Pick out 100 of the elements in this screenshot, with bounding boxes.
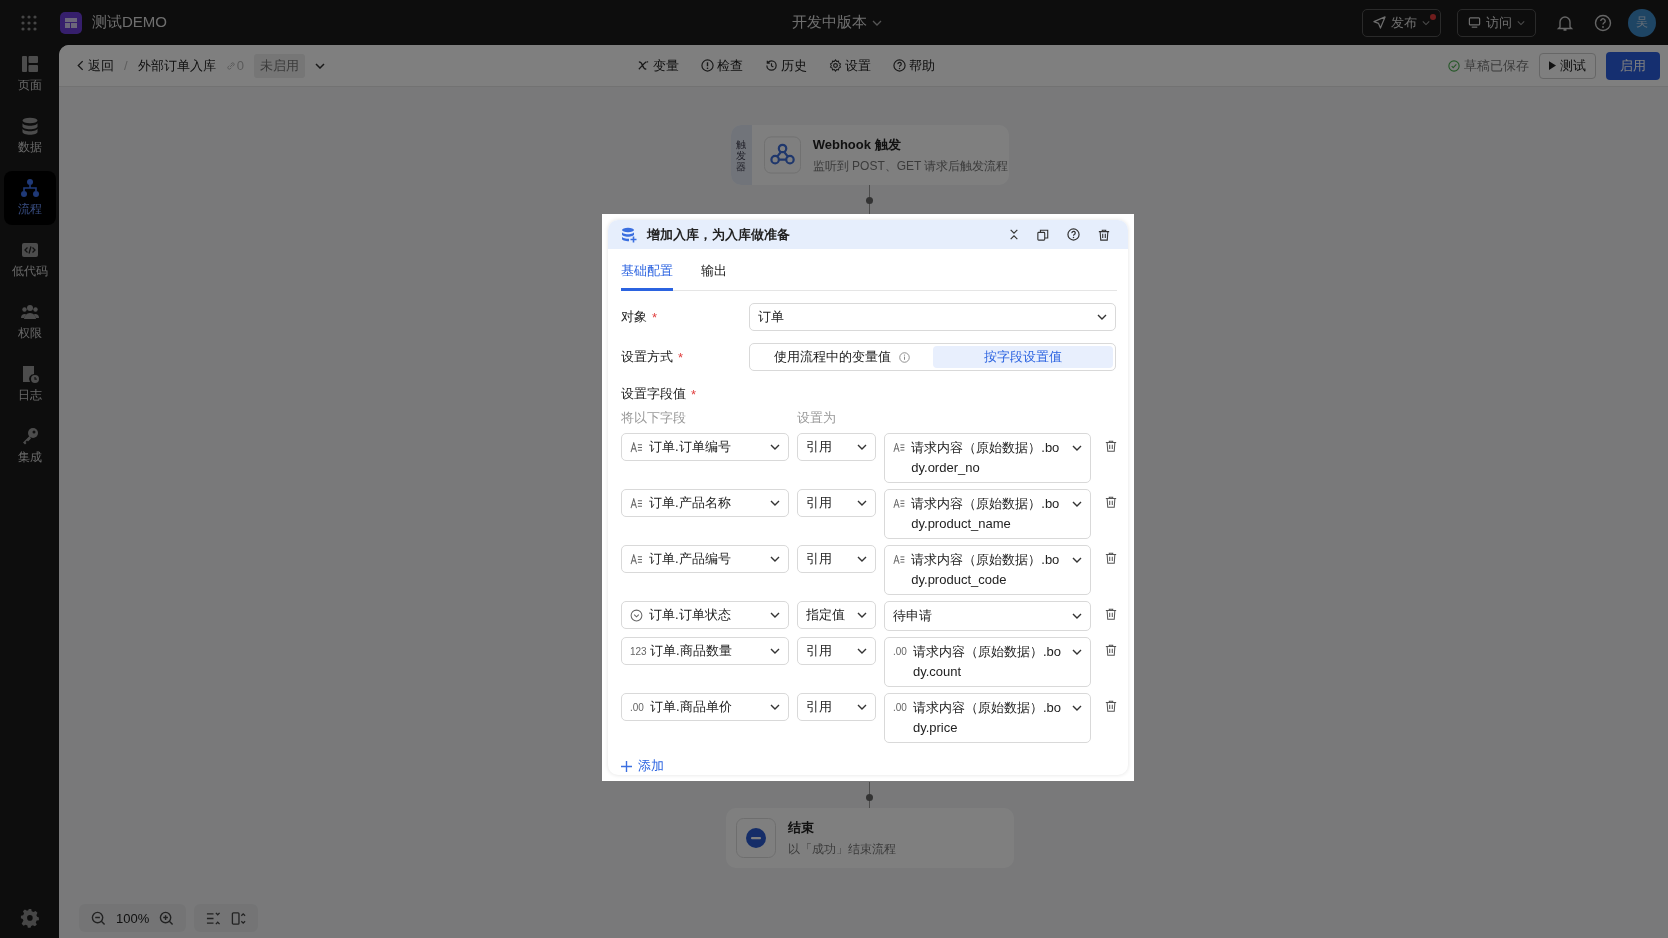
value-select[interactable]: 待申请 [884, 601, 1091, 631]
zoom-level: 100% [116, 910, 150, 926]
collapse-all-icon[interactable] [206, 910, 222, 926]
tab[interactable]: 输出 [701, 257, 727, 291]
column-header: 将以下字段 [621, 409, 687, 427]
sidebar-item[interactable]: 低代码 [3, 233, 56, 287]
caret-icon[interactable] [314, 62, 325, 69]
bell-icon[interactable] [1556, 13, 1574, 32]
toolbar-button[interactable]: 变量 [637, 56, 679, 75]
delete-icon[interactable] [1105, 608, 1117, 620]
chevron-down-icon [770, 648, 780, 654]
delete-icon[interactable] [1105, 496, 1117, 508]
mode-select[interactable]: 引用 [797, 489, 876, 517]
send-icon [1373, 16, 1386, 29]
delete-icon[interactable] [1098, 228, 1110, 241]
field-select[interactable]: 订单.订单状态 [621, 601, 789, 629]
mode-select[interactable]: 引用 [797, 433, 876, 461]
publish-button[interactable]: 发布 [1362, 8, 1441, 37]
text-type-icon [630, 497, 643, 509]
chevron-down-icon [857, 612, 867, 618]
dialog-title: 增加入库，为入库做准备 [647, 225, 790, 244]
chevron-down-icon [1072, 557, 1082, 563]
delete-icon[interactable] [1105, 700, 1117, 712]
text-type-icon [630, 553, 643, 565]
mode-select[interactable]: 引用 [797, 545, 876, 573]
value-select[interactable]: .00 请求内容（原始数据）.body.count [884, 637, 1091, 687]
history-icon [765, 59, 778, 72]
sidebar-item[interactable]: 集成 [3, 419, 56, 473]
type-mark: .00 [893, 646, 907, 657]
value-select[interactable]: .00 请求内容（原始数据）.body.price [884, 693, 1091, 743]
layout-icon [19, 54, 40, 74]
delete-icon[interactable] [1105, 644, 1117, 656]
text-type-icon [630, 441, 643, 453]
option-type-icon [630, 608, 643, 622]
sidebar-item[interactable]: 权限 [3, 295, 56, 349]
mode-select[interactable]: 引用 [797, 693, 876, 721]
required-mark: * [652, 309, 658, 325]
chevron-down-icon [770, 556, 780, 562]
chevron-left-icon [77, 60, 84, 71]
object-select[interactable]: 订单 [749, 303, 1116, 331]
segment-option[interactable]: 使用流程中的变量值 [752, 346, 933, 368]
copy-icon[interactable] [1037, 228, 1049, 241]
toolbar-button[interactable]: 设置 [829, 56, 871, 75]
toolbar-button[interactable]: 帮助 [893, 56, 935, 75]
value-select[interactable]: 请求内容（原始数据）.body.product_code [884, 545, 1091, 595]
mode-select[interactable]: 引用 [797, 637, 876, 665]
sidebar-item[interactable]: 页面 [3, 47, 56, 101]
zoom-in-icon[interactable] [159, 910, 175, 926]
node-title: Webhook 触发 [812, 135, 902, 154]
mode-select[interactable]: 指定值 [797, 601, 876, 629]
zoom-out-icon[interactable] [91, 910, 106, 926]
tab[interactable]: 基础配置 [621, 257, 673, 291]
delete-icon[interactable] [1105, 440, 1117, 452]
help-icon[interactable] [1067, 228, 1080, 241]
end-node[interactable]: 结束 以「成功」结束流程 [725, 808, 1014, 868]
back-link[interactable]: 返回 [77, 56, 114, 75]
value-select[interactable]: 请求内容（原始数据）.body.product_name [884, 489, 1091, 539]
type-mark: .00 [630, 701, 644, 713]
visit-button[interactable]: 访问 [1457, 8, 1536, 37]
settings-icon [829, 59, 842, 72]
node-title: 结束 [787, 818, 815, 837]
sidebar-item[interactable]: 日志 [3, 357, 56, 411]
field-select[interactable]: .00 订单.商品单价 [621, 693, 789, 721]
field-select[interactable]: 订单.产品编号 [621, 545, 789, 573]
chevron-down-icon [857, 556, 867, 562]
required-mark: * [678, 349, 684, 365]
link-icon [225, 60, 236, 71]
connector-line [869, 782, 870, 808]
toolbar-button[interactable]: 检查 [701, 56, 743, 75]
collapse-icon[interactable] [1009, 228, 1019, 241]
variable-icon [637, 59, 650, 72]
field-select[interactable]: 订单.订单编号 [621, 433, 789, 461]
flow-name: 外部订单入库 [137, 56, 216, 75]
app-logo-icon [60, 11, 82, 34]
webhook-icon [763, 135, 801, 175]
test-button[interactable]: 测试 [1539, 52, 1596, 79]
chevron-down-icon [1072, 445, 1082, 451]
chevron-down-icon [770, 500, 780, 506]
enable-button[interactable]: 启用 [1606, 51, 1660, 80]
field-select[interactable]: 123 订单.商品数量 [621, 637, 789, 665]
plus-icon [621, 760, 632, 772]
field-select[interactable]: 订单.产品名称 [621, 489, 789, 517]
toolbar-button[interactable]: 历史 [765, 56, 807, 75]
value-select[interactable]: 请求内容（原始数据）.body.order_no [884, 433, 1091, 483]
trigger-node[interactable]: 触发器 Webhook 触发 监听到 POST、GET 请求后触发流程 [730, 125, 1009, 185]
save-status: 草稿已保存 [1464, 56, 1529, 75]
sidebar-item[interactable]: 数据 [3, 109, 56, 163]
delete-icon[interactable] [1105, 552, 1117, 564]
chevron-down-icon [857, 500, 867, 506]
segment-option[interactable]: 按字段设置值 [932, 346, 1113, 368]
version-dropdown[interactable]: 开发中版本 [791, 13, 882, 32]
chevron-down-icon [1072, 501, 1082, 507]
flow-icon [19, 178, 40, 198]
fit-view-icon[interactable] [231, 910, 247, 926]
add-link[interactable]: 添加 [621, 757, 664, 775]
code-icon [19, 240, 40, 260]
chevron-down-icon [770, 612, 780, 618]
caret-icon [1517, 19, 1525, 26]
monitor-icon [1468, 16, 1481, 29]
caret-icon [1422, 19, 1430, 26]
